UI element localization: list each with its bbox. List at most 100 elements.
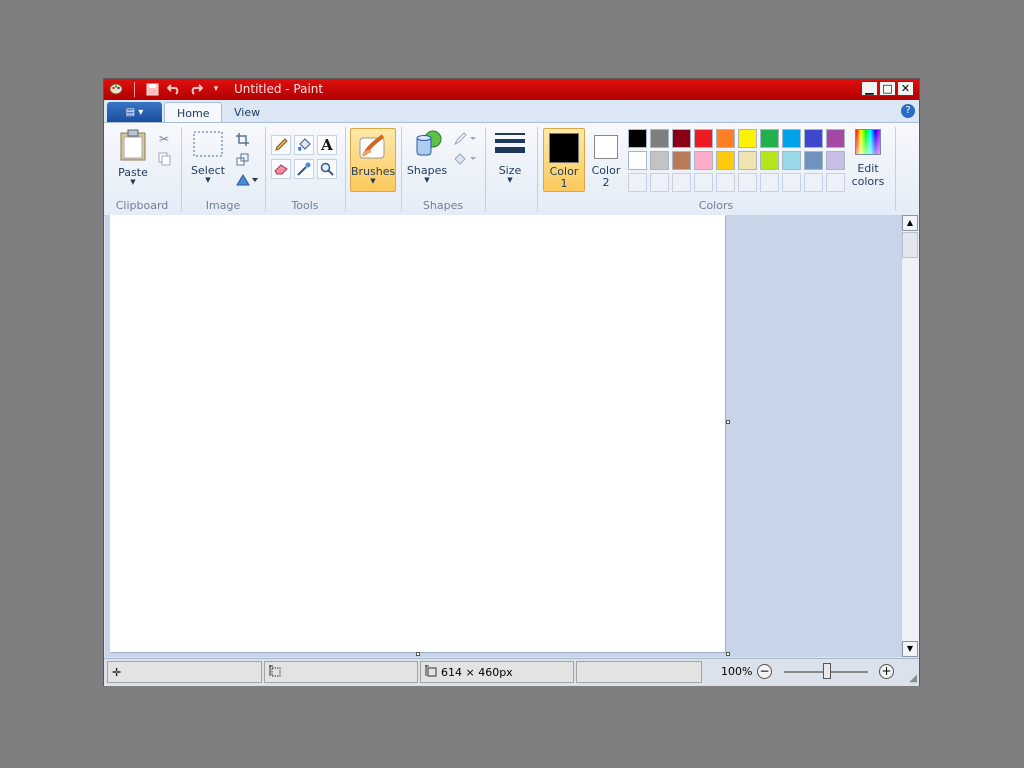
palette-color-swatch[interactable] bbox=[650, 151, 669, 170]
color-2-swatch bbox=[594, 135, 618, 159]
paste-icon bbox=[120, 129, 146, 161]
crop-icon[interactable] bbox=[234, 131, 250, 147]
selection-size-icon bbox=[269, 664, 281, 680]
group-divider bbox=[537, 127, 538, 211]
palette-color-swatch[interactable] bbox=[672, 151, 691, 170]
zoom-in-button[interactable]: + bbox=[879, 664, 894, 679]
palette-color-swatch[interactable] bbox=[826, 129, 845, 148]
palette-color-swatch[interactable] bbox=[716, 151, 735, 170]
canvas-resize-handle-right[interactable] bbox=[726, 420, 730, 424]
select-button[interactable]: Select ▼ bbox=[187, 129, 229, 184]
group-divider bbox=[485, 127, 486, 211]
group-divider bbox=[895, 127, 896, 211]
palette-color-swatch[interactable] bbox=[804, 151, 823, 170]
outline-icon[interactable] bbox=[452, 131, 478, 147]
palette-color-swatch[interactable] bbox=[694, 151, 713, 170]
edit-colors-button[interactable]: Edit colors bbox=[849, 129, 887, 188]
help-icon[interactable]: ? bbox=[901, 104, 915, 118]
redo-icon[interactable] bbox=[188, 81, 204, 97]
image-size-text: 614 × 460px bbox=[441, 665, 513, 679]
vertical-scrollbar[interactable]: ▲ ▼ bbox=[901, 215, 919, 657]
custom-color-slot[interactable] bbox=[672, 173, 691, 192]
shapes-dropdown-icon: ▼ bbox=[424, 176, 430, 184]
text-tool[interactable]: A bbox=[317, 135, 337, 155]
fill-icon[interactable] bbox=[452, 151, 478, 167]
title-bar: ▾ Untitled - Paint ▁ □ ✕ bbox=[104, 79, 919, 100]
color-1-button[interactable]: Color 1 bbox=[543, 128, 585, 192]
palette-color-swatch[interactable] bbox=[716, 129, 735, 148]
palette-color-swatch[interactable] bbox=[650, 129, 669, 148]
palette-color-swatch[interactable] bbox=[628, 151, 647, 170]
resize-icon[interactable] bbox=[234, 151, 250, 167]
paste-dropdown-icon: ▼ bbox=[130, 178, 136, 186]
drawing-canvas[interactable] bbox=[110, 215, 725, 652]
brushes-button[interactable]: Brushes ▼ bbox=[350, 128, 396, 192]
palette-color-swatch[interactable] bbox=[826, 151, 845, 170]
custom-color-slot[interactable] bbox=[804, 173, 823, 192]
color-palette bbox=[628, 129, 845, 192]
magnifier-tool[interactable] bbox=[317, 159, 337, 179]
scroll-thumb[interactable] bbox=[902, 232, 918, 258]
tab-home[interactable]: Home bbox=[164, 102, 223, 123]
customize-quick-access-icon[interactable]: ▾ bbox=[208, 81, 224, 97]
close-button[interactable]: ✕ bbox=[897, 81, 914, 96]
custom-color-slot[interactable] bbox=[738, 173, 757, 192]
palette-color-swatch[interactable] bbox=[760, 129, 779, 148]
tab-view[interactable]: View bbox=[222, 102, 272, 122]
paint-app-icon[interactable] bbox=[108, 81, 124, 97]
tools-group-label: Tools bbox=[291, 199, 319, 212]
paste-button[interactable]: Paste ▼ bbox=[112, 129, 154, 186]
size-button[interactable]: Size ▼ bbox=[490, 129, 530, 184]
cursor-position-icon: ✛ bbox=[112, 665, 122, 679]
tools-group: A Tools bbox=[266, 123, 344, 215]
ribbon-tab-row: ▤ ▾ Home View ? bbox=[104, 100, 919, 123]
color-picker-tool[interactable] bbox=[294, 159, 314, 179]
save-icon[interactable] bbox=[144, 81, 160, 97]
custom-color-slot[interactable] bbox=[650, 173, 669, 192]
paint-menu-button[interactable]: ▤ ▾ bbox=[107, 102, 162, 122]
canvas-resize-handle-bottom[interactable] bbox=[416, 652, 420, 656]
palette-color-swatch[interactable] bbox=[628, 129, 647, 148]
eraser-tool[interactable] bbox=[271, 159, 291, 179]
zoom-out-button[interactable]: − bbox=[757, 664, 772, 679]
palette-color-swatch[interactable] bbox=[738, 151, 757, 170]
scroll-down-arrow[interactable]: ▼ bbox=[902, 641, 918, 657]
size-dropdown-icon: ▼ bbox=[507, 176, 513, 184]
custom-color-slot[interactable] bbox=[760, 173, 779, 192]
palette-color-swatch[interactable] bbox=[760, 151, 779, 170]
custom-color-slot[interactable] bbox=[628, 173, 647, 192]
palette-color-swatch[interactable] bbox=[694, 129, 713, 148]
custom-color-slot[interactable] bbox=[826, 173, 845, 192]
resize-grip-icon[interactable]: ◢ bbox=[909, 673, 917, 684]
selection-size-cell bbox=[264, 661, 418, 683]
pencil-tool[interactable] bbox=[271, 135, 291, 155]
maximize-button[interactable]: □ bbox=[879, 81, 896, 96]
palette-color-swatch[interactable] bbox=[738, 129, 757, 148]
scroll-up-arrow[interactable]: ▲ bbox=[902, 215, 918, 231]
undo-icon[interactable] bbox=[166, 81, 182, 97]
eraser-icon bbox=[274, 164, 288, 175]
shapes-button[interactable]: Shapes ▼ bbox=[406, 129, 448, 184]
palette-color-swatch[interactable] bbox=[804, 129, 823, 148]
color-2-button[interactable]: Color 2 bbox=[588, 128, 624, 192]
palette-color-swatch[interactable] bbox=[782, 129, 801, 148]
copy-icon[interactable] bbox=[156, 151, 172, 167]
rotate-icon[interactable] bbox=[234, 171, 260, 187]
palette-color-swatch[interactable] bbox=[782, 151, 801, 170]
clipboard-group: Paste ▼ ✂ Clipboard bbox=[104, 123, 180, 215]
custom-color-slot[interactable] bbox=[694, 173, 713, 192]
fill-tool[interactable] bbox=[294, 135, 314, 155]
custom-color-slot[interactable] bbox=[782, 173, 801, 192]
minimize-button[interactable]: ▁ bbox=[861, 81, 878, 96]
cursor-position-cell: ✛ bbox=[107, 661, 262, 683]
palette-color-swatch[interactable] bbox=[672, 129, 691, 148]
zoom-slider-thumb[interactable] bbox=[823, 663, 831, 679]
custom-color-slot[interactable] bbox=[716, 173, 735, 192]
image-size-icon bbox=[425, 664, 437, 680]
image-group: Select ▼ Image bbox=[182, 123, 264, 215]
canvas-resize-handle-corner[interactable] bbox=[726, 652, 730, 656]
shapes-group: Shapes ▼ Shapes bbox=[402, 123, 484, 215]
canvas-workspace bbox=[105, 215, 901, 657]
cut-icon[interactable]: ✂ bbox=[156, 131, 172, 147]
magnifier-icon bbox=[320, 162, 334, 176]
